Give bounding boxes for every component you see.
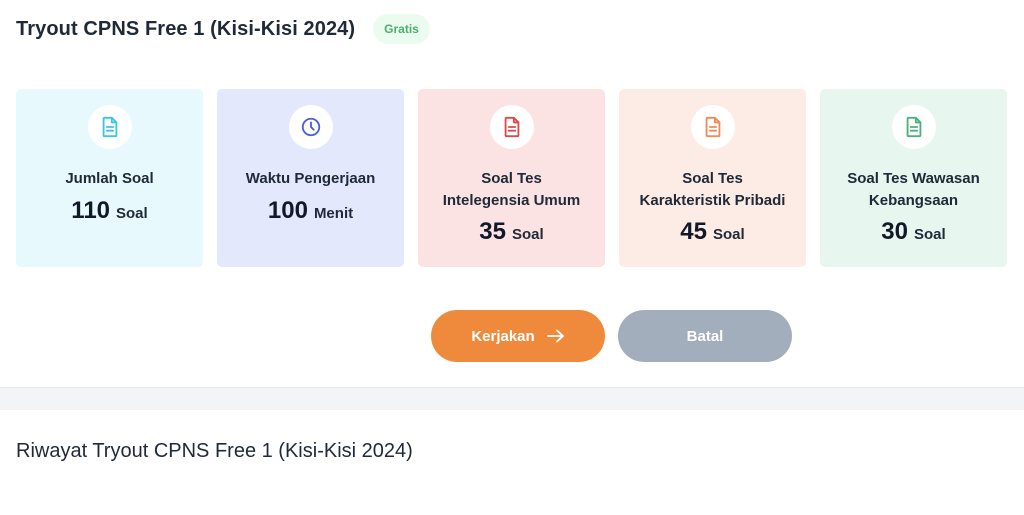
card-label: Soal Tes [481,170,542,187]
card-label: Jumlah Soal [65,170,154,187]
card-unit: Soal [512,226,544,243]
card-total-questions: Jumlah Soal 110 Soal [16,89,203,267]
card-label: Karakteristik Pribadi [639,192,786,209]
card-number: 30 [881,218,908,245]
card-unit: Soal [713,226,745,243]
card-label: Soal Tes Wawasan [847,170,980,187]
card-number: 110 [71,197,111,224]
card-number: 100 [267,197,308,224]
card-value: 110 Soal [16,197,203,225]
card-duration: Waktu Pengerjaan 100 Menit [217,89,404,267]
document-icon [87,105,132,149]
title-row: Tryout CPNS Free 1 (Kisi-Kisi 2024) Grat… [16,14,430,44]
card-number: 45 [680,218,707,245]
tryout-detail-panel: Tryout CPNS Free 1 (Kisi-Kisi 2024) Grat… [0,0,1024,388]
start-button-label: Kerjakan [471,327,535,345]
history-title: Riwayat Tryout CPNS Free 1 (Kisi-Kisi 20… [16,440,413,462]
cancel-button[interactable]: Batal [618,310,792,362]
clock-icon [288,105,333,149]
card-twk: Soal Tes Wawasan Kebangsaan 30 Soal [820,89,1007,267]
card-tkp: Soal Tes Karakteristik Pribadi 45 Soal [619,89,806,267]
free-badge: Gratis [373,14,430,44]
document-icon [489,105,534,149]
document-icon [690,105,735,149]
history-panel: Riwayat Tryout CPNS Free 1 (Kisi-Kisi 20… [0,410,1024,515]
card-label: Waktu Pengerjaan [245,170,376,187]
cancel-button-label: Batal [686,327,724,345]
card-unit: Soal [914,226,946,243]
card-value: 30 Soal [820,218,1007,246]
card-value: 45 Soal [619,218,806,246]
card-tiu: Soal Tes Intelegensia Umum 35 Soal [418,89,605,267]
card-label: Soal Tes [682,170,743,187]
card-label: Kebangsaan [868,192,959,209]
arrow-right-icon [546,329,564,343]
card-value: 100 Menit [217,197,404,225]
card-unit: Menit [313,205,354,222]
card-number: 35 [479,218,506,245]
document-icon [891,105,936,149]
page-title: Tryout CPNS Free 1 (Kisi-Kisi 2024) [16,17,356,40]
card-unit: Soal [116,205,148,222]
summary-cards: Jumlah Soal 110 Soal Waktu Pengerjaan 10… [16,89,1007,267]
card-value: 35 Soal [418,218,605,246]
card-label: Intelegensia Umum [442,192,581,209]
start-tryout-button[interactable]: Kerjakan [431,310,605,362]
